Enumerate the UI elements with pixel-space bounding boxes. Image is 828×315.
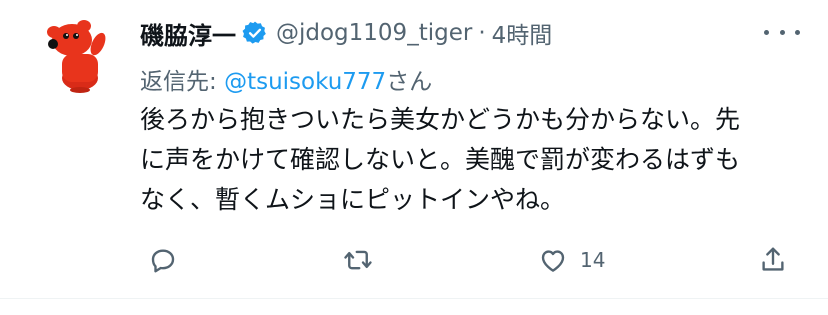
like-button[interactable]: 14 — [538, 240, 605, 280]
reply-mention[interactable]: @tsuisoku777 — [224, 69, 386, 95]
reply-button[interactable] — [148, 240, 178, 280]
avatar[interactable] — [38, 14, 118, 94]
verified-badge-icon[interactable] — [242, 20, 268, 46]
like-icon — [541, 250, 565, 272]
user-handle[interactable]: @jdog1109_tiger — [276, 20, 472, 46]
tweet[interactable]: 磯脇淳一 @jdog1109_tiger · 4時間 返信先: @tsuisok… — [0, 0, 828, 315]
reply-icon — [151, 249, 175, 273]
mascot-avatar-icon — [47, 20, 106, 93]
divider — [0, 298, 828, 299]
reply-context: 返信先: @tsuisoku777さん — [140, 62, 432, 96]
reply-suffix: さん — [386, 69, 433, 95]
more-icon[interactable] — [764, 22, 800, 42]
retweet-button[interactable] — [343, 240, 373, 280]
tweet-text-line: 後ろから抱きついたら美女かどうかも分からない。先 — [140, 105, 741, 134]
timestamp[interactable]: 4時間 — [492, 16, 553, 50]
like-count: 14 — [580, 248, 606, 272]
reply-prefix: 返信先: — [140, 69, 217, 95]
display-name[interactable]: 磯脇淳一 — [140, 16, 236, 51]
tweet-text-line: なく、暫くムショにピットインやね。 — [140, 185, 566, 214]
separator: · — [478, 20, 486, 46]
tweet-text: 後ろから抱きついたら美女かどうかも分からない。先 に声をかけて確認しないと。美醜… — [140, 100, 790, 220]
share-icon — [762, 247, 784, 271]
action-bar: 14 — [140, 240, 800, 280]
retweet-icon — [344, 250, 372, 270]
share-button[interactable] — [758, 240, 788, 280]
tweet-text-line: に声をかけて確認しないと。美醜で罰が変わるはずも — [140, 145, 741, 174]
